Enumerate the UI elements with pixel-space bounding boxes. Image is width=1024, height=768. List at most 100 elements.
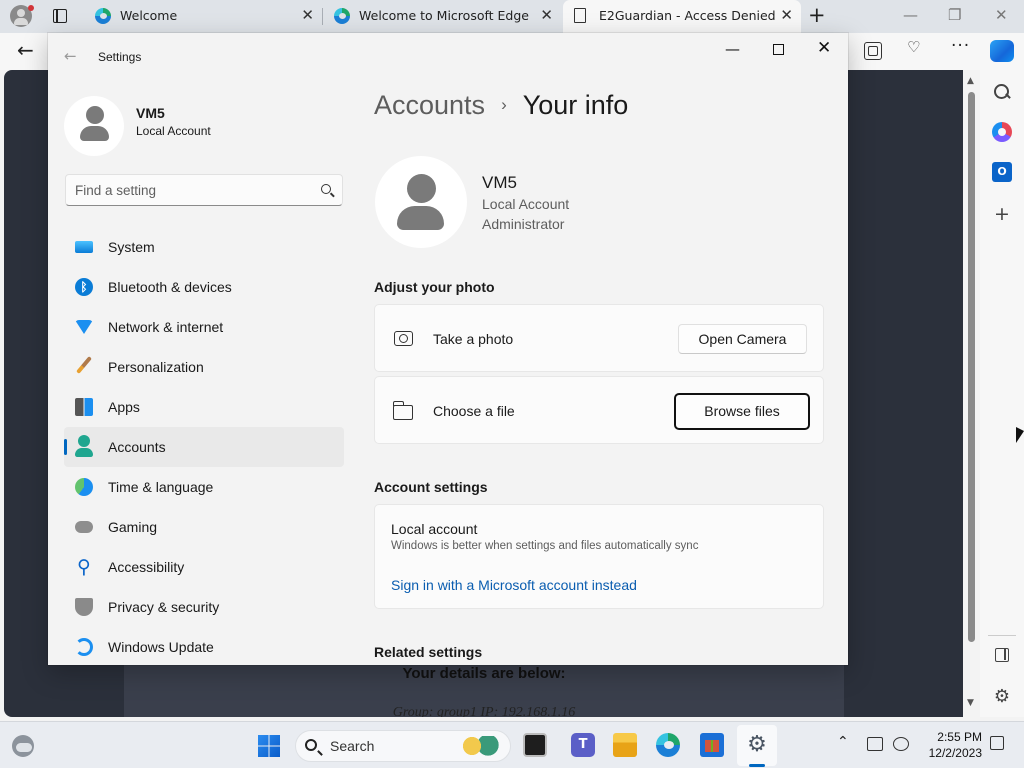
collections-icon[interactable] xyxy=(864,42,882,60)
teams-app-icon[interactable]: T xyxy=(571,733,595,757)
more-options-icon[interactable]: ··· xyxy=(951,36,969,56)
settings-back-icon[interactable]: ← xyxy=(64,47,77,65)
edge-sidebar: O + ⚙ xyxy=(980,70,1024,717)
user-role: Administrator xyxy=(482,216,565,232)
notification-icon[interactable] xyxy=(990,736,1004,750)
add-icon[interactable]: + xyxy=(992,204,1012,224)
sidebar-item-label: Bluetooth & devices xyxy=(108,279,232,295)
scroll-up-icon[interactable]: ▲ xyxy=(967,76,974,86)
tab-welcome[interactable]: Welcome ✕ xyxy=(84,0,322,33)
settings-titlebar[interactable]: ← Settings — ✕ xyxy=(48,33,848,81)
avatar-body xyxy=(397,206,444,230)
sidebar-item-personalization[interactable]: Personalization xyxy=(64,347,344,387)
taskbar-search[interactable]: Search xyxy=(295,730,511,762)
search-icon[interactable] xyxy=(992,82,1012,102)
settings-nav: System ᛒ Bluetooth & devices Network & i… xyxy=(64,227,344,667)
sidebar-item-label: Windows Update xyxy=(108,639,214,655)
chevron-up-icon[interactable]: ⌃ xyxy=(837,734,849,750)
sign-in-microsoft-link[interactable]: Sign in with a Microsoft account instead xyxy=(391,577,637,593)
minimize-icon[interactable]: — xyxy=(725,40,740,58)
close-icon[interactable]: ✕ xyxy=(817,38,831,58)
clock-time[interactable]: 2:55 PM xyxy=(934,730,982,744)
weather-widget-icon[interactable] xyxy=(12,735,34,757)
close-tab-icon[interactable]: ✕ xyxy=(780,6,793,24)
sidebar-item-accounts[interactable]: Accounts xyxy=(64,427,344,467)
search-icon xyxy=(305,739,317,751)
breadcrumb-parent[interactable]: Accounts xyxy=(374,90,485,120)
shield-icon xyxy=(75,598,93,616)
camera-icon xyxy=(394,331,413,346)
clock-date[interactable]: 12/2/2023 xyxy=(918,746,982,760)
sidebar-item-label: Personalization xyxy=(108,359,204,375)
sidebar-item-accessibility[interactable]: ⚲ Accessibility xyxy=(64,547,344,587)
sidebar-item-bluetooth[interactable]: ᛒ Bluetooth & devices xyxy=(64,267,344,307)
avatar[interactable] xyxy=(64,96,124,156)
back-arrow-icon[interactable]: ← xyxy=(17,38,34,62)
search-settings-box[interactable] xyxy=(65,174,343,206)
mouse-cursor-icon xyxy=(1016,427,1024,443)
sidebar-user-type: Local Account xyxy=(136,124,211,138)
network-status-icon[interactable] xyxy=(867,737,883,751)
volume-muted-icon[interactable] xyxy=(893,737,909,751)
browser-minimize-icon[interactable]: — xyxy=(903,6,918,24)
choose-file-card: Choose a file Browse files xyxy=(374,376,824,444)
close-tab-icon[interactable]: ✕ xyxy=(301,6,314,24)
tab-title: E2Guardian - Access Denied xyxy=(599,8,776,23)
tab-actions-icon[interactable] xyxy=(53,9,67,23)
edge-app-icon[interactable] xyxy=(656,733,680,757)
settings-gear-icon[interactable]: ⚙ xyxy=(992,687,1012,707)
close-tab-icon[interactable]: ✕ xyxy=(540,6,553,24)
start-button[interactable] xyxy=(258,735,280,757)
sidebar-item-time-language[interactable]: Time & language xyxy=(64,467,344,507)
avatar-head xyxy=(407,174,436,203)
browser-essentials-icon[interactable]: ♡ xyxy=(907,38,925,56)
open-camera-button[interactable]: Open Camera xyxy=(678,324,807,354)
system-icon xyxy=(75,241,93,253)
sidebar-item-label: Time & language xyxy=(108,479,214,495)
split-screen-icon[interactable] xyxy=(995,648,1009,662)
brush-icon xyxy=(76,356,92,374)
user-name: VM5 xyxy=(482,173,517,192)
browse-files-button[interactable]: Browse files xyxy=(674,393,810,430)
related-settings-heading: Related settings xyxy=(374,644,483,660)
search-input[interactable] xyxy=(75,181,305,199)
sidebar-item-gaming[interactable]: Gaming xyxy=(64,507,344,547)
file-explorer-icon[interactable] xyxy=(613,733,637,757)
tab-title: Welcome xyxy=(120,8,178,23)
local-account-card: Local account Windows is better when set… xyxy=(374,504,824,609)
search-icon[interactable] xyxy=(321,184,331,194)
sidebar-item-privacy[interactable]: Privacy & security xyxy=(64,587,344,627)
browser-close-icon[interactable]: ✕ xyxy=(995,6,1008,24)
microsoft365-icon[interactable] xyxy=(992,122,1012,142)
sidebar-item-label: Accounts xyxy=(108,439,166,455)
search-highlight-icon xyxy=(460,736,500,756)
page-scrollbar[interactable]: ▲ ▼ xyxy=(963,70,980,717)
controller-icon xyxy=(75,521,93,533)
sidebar-item-windows-update[interactable]: Windows Update xyxy=(64,627,344,667)
adjust-photo-heading: Adjust your photo xyxy=(374,279,495,295)
take-photo-card: Take a photo Open Camera xyxy=(374,304,824,372)
local-account-title: Local account xyxy=(391,521,478,537)
sidebar-item-apps[interactable]: Apps xyxy=(64,387,344,427)
sidebar-item-label: Privacy & security xyxy=(108,599,220,615)
sidebar-item-system[interactable]: System xyxy=(64,227,344,267)
maximize-icon[interactable] xyxy=(773,44,784,55)
accounts-icon xyxy=(78,435,90,447)
tab-access-denied[interactable]: E2Guardian - Access Denied ✕ xyxy=(563,0,801,33)
take-photo-label: Take a photo xyxy=(433,331,514,347)
browser-restore-icon[interactable]: ❐ xyxy=(948,6,961,24)
avatar-head xyxy=(86,106,104,124)
terminal-app-icon[interactable] xyxy=(523,733,547,757)
scrollbar-thumb[interactable] xyxy=(968,92,975,642)
copilot-icon[interactable] xyxy=(990,40,1014,62)
outlook-icon[interactable]: O xyxy=(992,162,1012,182)
scroll-down-icon[interactable]: ▼ xyxy=(967,698,974,708)
settings-app-icon[interactable]: ⚙ xyxy=(745,733,769,757)
sidebar-item-network[interactable]: Network & internet xyxy=(64,307,344,347)
store-app-icon[interactable] xyxy=(700,733,724,757)
settings-window: ← Settings — ✕ VM5 Local Account System … xyxy=(48,33,848,665)
tab-welcome-edge[interactable]: Welcome to Microsoft Edge ✕ xyxy=(323,0,561,33)
globe-clock-icon xyxy=(75,478,93,496)
new-tab-icon[interactable]: + xyxy=(808,3,826,27)
sidebar-item-label: Network & internet xyxy=(108,319,224,335)
